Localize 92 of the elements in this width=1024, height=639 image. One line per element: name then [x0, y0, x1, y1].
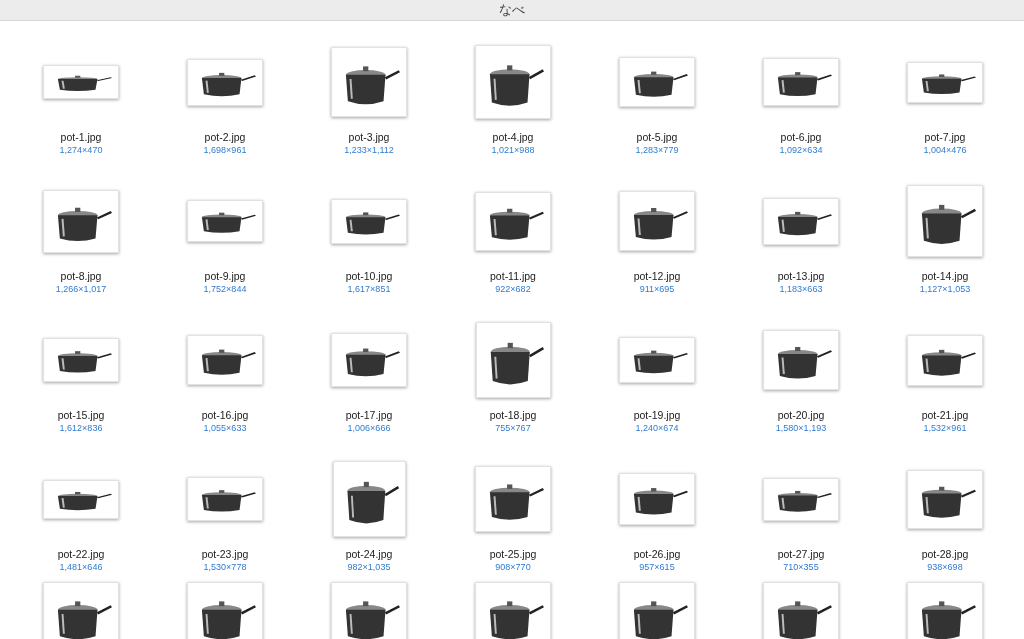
image-dimensions: 710×355 [783, 561, 819, 573]
image-thumbnail[interactable] [619, 473, 695, 525]
image-thumbnail[interactable] [475, 322, 551, 398]
image-thumbnail[interactable] [763, 197, 839, 245]
image-dimensions: 938×698 [927, 561, 963, 573]
image-thumbnail[interactable] [475, 191, 551, 251]
image-thumbnail[interactable] [332, 461, 406, 537]
image-thumbnail[interactable] [619, 337, 695, 383]
window-title: なべ [499, 2, 525, 18]
image-dimensions: 911×695 [639, 283, 675, 295]
image-dimensions: 1,006×666 [347, 422, 391, 434]
image-dimensions: 1,240×674 [635, 422, 679, 434]
image-dimensions: 1,021×988 [491, 144, 535, 156]
image-thumbnail[interactable] [187, 335, 263, 385]
image-dimensions: 982×1,035 [347, 561, 391, 573]
image-thumbnail[interactable] [619, 582, 695, 639]
image-dimensions: 1,481×646 [59, 561, 103, 573]
file-name: pot-14.jpg [921, 269, 969, 283]
image-thumbnail[interactable] [331, 333, 407, 387]
image-thumbnail[interactable] [331, 47, 407, 117]
image-dimensions: 1,127×1,053 [919, 283, 971, 295]
image-thumbnail[interactable] [619, 57, 695, 107]
file-name: pot-1.jpg [60, 130, 102, 144]
file-name: pot-11.jpg [490, 269, 536, 283]
image-dimensions: 1,530×778 [203, 561, 247, 573]
file-name: pot-3.jpg [348, 130, 390, 144]
image-dimensions: 1,532×961 [923, 422, 967, 434]
image-dimensions: 1,183×663 [779, 283, 823, 295]
file-name: pot-13.jpg [777, 269, 825, 283]
file-name: pot-21.jpg [921, 408, 969, 422]
image-dimensions: 1,580×1,193 [775, 422, 827, 434]
file-name: pot-27.jpg [777, 547, 825, 561]
image-dimensions: 1,004×476 [923, 144, 967, 156]
image-dimensions: 1,612×836 [59, 422, 103, 434]
image-thumbnail[interactable] [619, 191, 695, 251]
image-dimensions: 1,266×1,017 [55, 283, 107, 295]
file-name: pot-16.jpg [201, 408, 249, 422]
file-name: pot-15.jpg [57, 408, 105, 422]
image-dimensions: 1,274×470 [59, 144, 103, 156]
file-name: pot-23.jpg [201, 547, 249, 561]
image-dimensions: 1,055×633 [203, 422, 247, 434]
image-dimensions: 1,233×1,112 [344, 144, 394, 156]
image-thumbnail[interactable] [763, 58, 839, 106]
file-name: pot-2.jpg [204, 130, 246, 144]
image-thumbnail[interactable] [475, 582, 551, 639]
file-name: pot-6.jpg [780, 130, 822, 144]
file-name: pot-20.jpg [777, 408, 825, 422]
image-thumbnail[interactable] [763, 330, 839, 390]
image-thumbnail[interactable] [187, 477, 263, 521]
image-dimensions: 1,283×779 [635, 144, 679, 156]
file-name: pot-7.jpg [924, 130, 966, 144]
image-thumbnail[interactable] [187, 58, 263, 106]
file-name: pot-12.jpg [633, 269, 681, 283]
image-dimensions: 908×770 [495, 561, 531, 573]
image-dimensions: 922×682 [495, 283, 531, 295]
image-thumbnail[interactable] [187, 200, 263, 242]
image-dimensions: 1,092×634 [779, 144, 823, 156]
image-thumbnail[interactable] [907, 334, 983, 386]
image-thumbnail[interactable] [907, 469, 983, 529]
image-thumbnail[interactable] [43, 582, 119, 639]
image-thumbnail[interactable] [763, 477, 839, 521]
image-dimensions: 1,752×844 [203, 283, 247, 295]
file-name: pot-26.jpg [633, 547, 681, 561]
image-thumbnail[interactable] [763, 582, 839, 639]
image-thumbnail[interactable] [331, 582, 407, 639]
file-name: pot-8.jpg [60, 269, 102, 283]
image-dimensions: 1,617×851 [347, 283, 391, 295]
file-name: pot-24.jpg [345, 547, 393, 561]
image-dimensions: 1,698×961 [203, 144, 247, 156]
image-thumbnail[interactable] [475, 466, 551, 532]
file-name: pot-28.jpg [921, 547, 969, 561]
image-dimensions: 755×767 [495, 422, 531, 434]
image-thumbnail[interactable] [43, 65, 119, 99]
image-thumbnail[interactable] [907, 185, 983, 257]
file-name: pot-22.jpg [57, 547, 105, 561]
image-thumbnail[interactable] [907, 582, 983, 639]
file-name: pot-10.jpg [345, 269, 393, 283]
image-thumbnail[interactable] [331, 198, 407, 244]
file-name: pot-17.jpg [345, 408, 393, 422]
file-name: pot-5.jpg [636, 130, 678, 144]
image-dimensions: 957×615 [639, 561, 675, 573]
image-thumbnail[interactable] [43, 479, 119, 519]
file-name: pot-25.jpg [489, 547, 537, 561]
image-thumbnail[interactable] [43, 338, 119, 382]
file-name: pot-19.jpg [633, 408, 681, 422]
image-thumbnail[interactable] [907, 61, 983, 103]
image-thumbnail[interactable] [187, 582, 263, 639]
file-name: pot-4.jpg [492, 130, 534, 144]
file-name: pot-9.jpg [204, 269, 246, 283]
image-thumbnail[interactable] [475, 45, 551, 119]
image-thumbnail[interactable] [43, 189, 119, 253]
file-name: pot-18.jpg [489, 408, 537, 422]
